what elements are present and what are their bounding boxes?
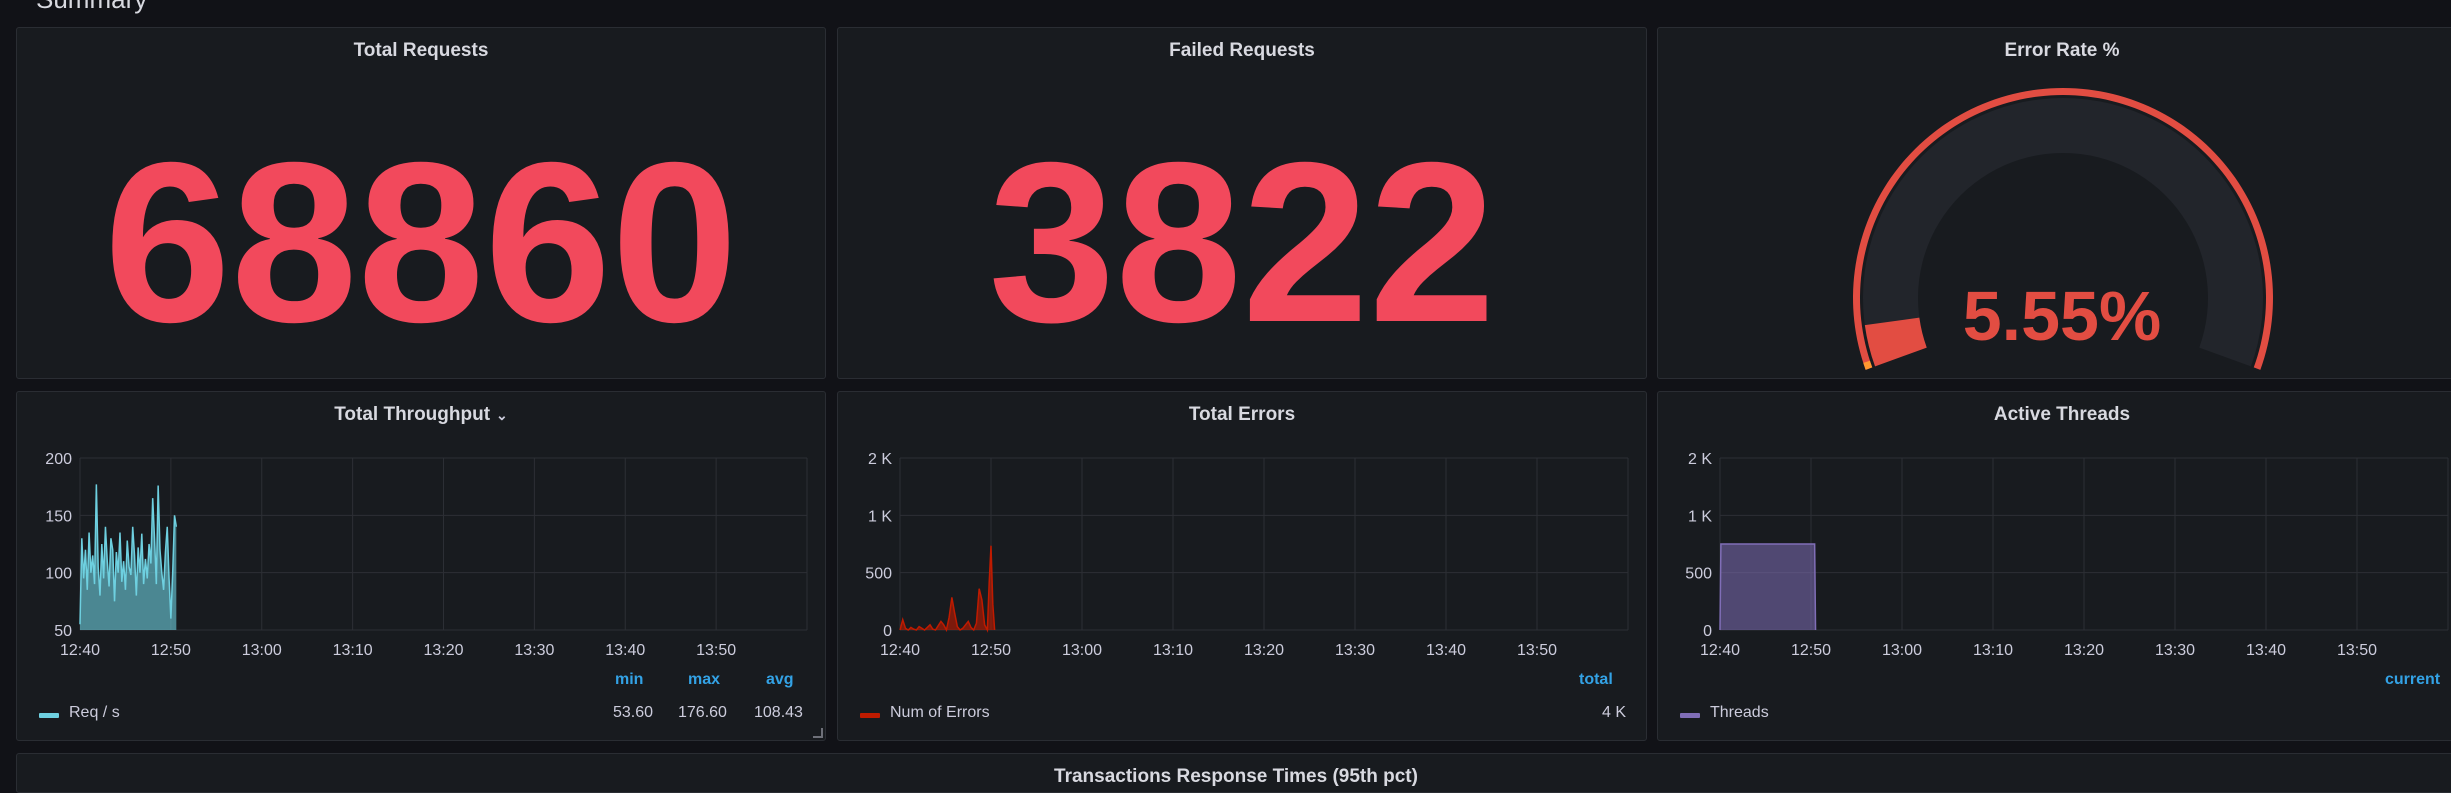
x-tick-label: 12:40 (880, 642, 920, 659)
y-tick-label: 2 K (1688, 451, 1712, 468)
failed-requests-value: 3822 (988, 116, 1496, 370)
x-tick-label: 13:00 (1882, 642, 1922, 659)
x-tick-label: 13:40 (1426, 642, 1466, 659)
y-tick-label: 500 (865, 566, 892, 583)
y-tick-label: 150 (45, 508, 72, 525)
panel-title[interactable]: Total Requests (17, 40, 825, 62)
legend-max-value: 176.60 (678, 704, 727, 721)
x-tick-label: 13:50 (1517, 642, 1557, 659)
total-requests-panel: Total Requests 68860 (16, 27, 826, 379)
y-tick-label: 2 K (868, 451, 892, 468)
errors-chart: 0 500 1 K 2 K 12:40 12:50 13:00 13:10 13:20 13:30… (865, 451, 1629, 659)
x-tick-label: 12:50 (1791, 642, 1831, 659)
x-tick-label: 13:20 (1244, 642, 1284, 659)
threads-chart: 0 500 1 K 2 K 12:40 12:50 13:00 13:10 13:20 13:30… (1685, 451, 2449, 659)
legend-swatch (1680, 713, 1700, 718)
y-tick-label: 0 (883, 623, 892, 640)
legend-avg-value: 108.43 (754, 704, 803, 721)
legend-header-avg[interactable]: avg (766, 671, 794, 689)
legend-min-value: 53.60 (613, 704, 654, 721)
y-tick-label: 0 (1703, 623, 1712, 640)
x-tick-label: 13:50 (696, 642, 736, 659)
y-tick-label: 200 (45, 451, 72, 468)
resize-handle[interactable] (813, 728, 823, 738)
throughput-chart: 50 100 150 200 12:40 12:50 13:00 13:10 13:20 13:3… (45, 451, 808, 659)
series-area (900, 545, 995, 630)
x-tick-label: 13:30 (1335, 642, 1375, 659)
x-tick-label: 13:50 (2337, 642, 2377, 659)
x-tick-label: 13:40 (2246, 642, 2286, 659)
legend-header-min[interactable]: min (615, 671, 643, 689)
panel-title[interactable]: Failed Requests (838, 40, 1646, 62)
x-tick-label: 13:20 (2064, 642, 2104, 659)
legend-header-current[interactable]: current (2385, 671, 2440, 689)
x-tick-label: 13:10 (1973, 642, 2013, 659)
active-threads-panel: Active Threads 0 500 1 K2 K 12:40 12:50 13:00… (1657, 391, 2451, 741)
x-tick-label: 13:30 (514, 642, 554, 659)
x-tick-label: 12:40 (1700, 642, 1740, 659)
x-tick-label: 13:10 (333, 642, 373, 659)
y-tick-label: 1 K (868, 508, 892, 525)
x-tick-label: 12:40 (60, 642, 100, 659)
legend-series-label[interactable]: Num of Errors (890, 704, 990, 722)
response-times-panel: Transactions Response Times (95th pct) (16, 753, 2451, 793)
series-area (1720, 544, 1816, 630)
legend-series-label[interactable]: Threads (1710, 704, 1769, 722)
x-tick-label: 13:00 (1062, 642, 1102, 659)
x-tick-label: 13:40 (605, 642, 645, 659)
x-tick-label: 13:30 (2155, 642, 2195, 659)
legend-series-label[interactable]: Req / s (69, 704, 120, 722)
y-tick-label: 500 (1685, 566, 1712, 583)
error-rate-value: 5.55% (1962, 277, 2162, 355)
error-rate-panel: Error Rate % 5.55% (1657, 27, 2451, 379)
failed-requests-panel: Failed Requests 3822 (837, 27, 1647, 379)
y-tick-label: 50 (54, 623, 72, 640)
legend-total-value: 4 K (1602, 704, 1627, 721)
legend-header-total[interactable]: total (1579, 671, 1613, 689)
y-tick-label: 1 K (1688, 508, 1712, 525)
panel-title[interactable]: Transactions Response Times (95th pct) (17, 766, 2451, 788)
x-tick-label: 13:00 (242, 642, 282, 659)
legend-header-max[interactable]: max (688, 671, 720, 689)
legend-swatch (860, 713, 880, 718)
x-tick-label: 12:50 (151, 642, 191, 659)
total-throughput-panel: Total Throughput ⌄ 50 100 150 200 12:40 12:50 1… (16, 391, 826, 741)
x-tick-label: 12:50 (971, 642, 1011, 659)
total-errors-panel: Total Errors 0 500 1 K2 K 12:40 12:50 13:00 13… (837, 391, 1647, 741)
x-tick-label: 13:10 (1153, 642, 1193, 659)
total-requests-value: 68860 (103, 116, 738, 370)
section-title[interactable]: Summary (36, 0, 147, 15)
x-tick-label: 13:20 (423, 642, 463, 659)
y-tick-label: 100 (45, 566, 72, 583)
legend-swatch (39, 713, 59, 718)
